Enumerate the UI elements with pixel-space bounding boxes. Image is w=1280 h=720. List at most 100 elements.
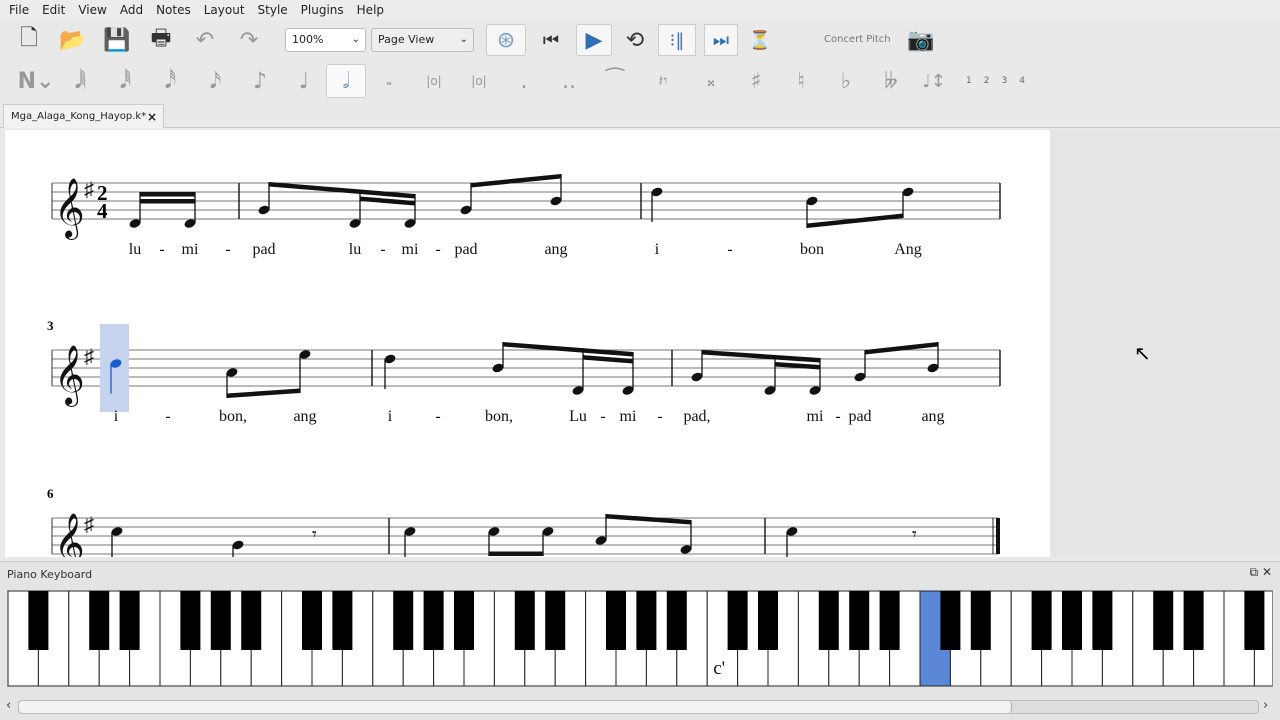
piano-keyboard[interactable]: c'	[7, 590, 1273, 687]
lyric-syllable: bon	[800, 241, 824, 258]
breve-icon[interactable]: |o|	[412, 65, 456, 97]
beam	[606, 514, 691, 525]
menu-file[interactable]: File	[9, 0, 29, 20]
view-mode-select[interactable]: Page View ⌄	[371, 28, 474, 52]
lyric-syllable: ang	[544, 241, 567, 258]
lyric-syllable: Ang	[894, 241, 922, 258]
black-key	[302, 591, 322, 650]
close-icon[interactable]: ×	[147, 105, 157, 129]
black-key	[727, 591, 748, 650]
voice-buttons: 1 2 3 4	[966, 76, 1025, 86]
scroll-right-icon[interactable]: ›	[1263, 698, 1268, 713]
note-input-mode-icon[interactable]: N⌄	[14, 65, 58, 97]
measure-number: 6	[47, 486, 54, 501]
lyric-syllable: Lu	[569, 408, 587, 425]
key-signature-sharp: ♯	[84, 179, 94, 201]
quarter-note-icon[interactable]: ♩	[282, 65, 326, 97]
whole-note-icon[interactable]: 𝅝	[366, 65, 412, 97]
undo-icon[interactable]: ↶	[188, 24, 222, 56]
score-canvas[interactable]: 𝄞 ♯ 24lu - mi - pad lu - mi - pad ang i - bon Ang𝄞 ♯3i - bo…	[5, 130, 1050, 575]
flip-direction-icon[interactable]: ♩↕	[914, 65, 954, 97]
eighth-note-icon[interactable]: ♪	[238, 65, 282, 97]
new-score-icon[interactable]: 🗋	[12, 24, 46, 56]
camera-icon[interactable]: 📷	[905, 24, 937, 56]
lyric-syllable: ang	[293, 408, 316, 425]
metronome-icon[interactable]: ⏳	[746, 24, 774, 56]
menu-layout[interactable]: Layout	[204, 0, 245, 20]
augmentation-dot-icon[interactable]: .	[502, 65, 546, 97]
black-key	[1031, 591, 1052, 650]
black-key	[332, 591, 353, 650]
flat-icon[interactable]: ♭	[824, 65, 868, 97]
scrollbar-thumb[interactable]	[19, 701, 1012, 713]
key-signature-sharp: ♯	[84, 346, 94, 368]
staff-system: 𝄞 ♯ 24lu - mi - pad lu - mi - pad ang i - bon Ang	[51, 174, 1001, 258]
save-icon[interactable]: 💾	[100, 24, 134, 56]
lyric-hyphen: -	[435, 408, 440, 425]
menu-bar: File Edit View Add Notes Layout Style Plugins He…	[0, 0, 1280, 20]
concert-pitch-button[interactable]: Concert Pitch	[824, 34, 891, 45]
voice-1-button[interactable]: 1	[966, 76, 972, 86]
rewind-icon[interactable]: ⏮	[534, 24, 568, 56]
beam	[807, 213, 903, 228]
double-dot-icon[interactable]: ..	[546, 65, 592, 97]
close-icon[interactable]: ✕	[1262, 565, 1272, 579]
chevron-down-icon: ⌄	[459, 34, 468, 45]
open-folder-icon[interactable]: 📂	[56, 24, 90, 56]
loop-icon[interactable]: ⟲	[620, 24, 650, 56]
64th-note-icon[interactable]: 𝅘𝅥𝅱	[103, 65, 148, 97]
score-tab[interactable]: Mga_Alaga_Kong_Hayop.k* ×	[3, 104, 164, 128]
final-barline-thick	[996, 518, 1000, 554]
pan-icon[interactable]: ⏭	[704, 24, 738, 56]
horizontal-scrollbar[interactable]	[18, 700, 1259, 714]
play-icon[interactable]: ▶	[576, 24, 612, 56]
black-key	[180, 591, 201, 650]
float-icon[interactable]: ⧉	[1250, 565, 1259, 579]
lyric-syllable: bon,	[219, 408, 247, 425]
scroll-left-icon[interactable]: ‹	[6, 698, 11, 713]
16th-note-icon[interactable]: 𝅘𝅥𝅯	[193, 65, 238, 97]
menu-notes[interactable]: Notes	[156, 0, 191, 20]
double-flat-icon[interactable]: 𝄫	[868, 65, 914, 97]
voice-3-button[interactable]: 3	[1001, 76, 1007, 86]
lyric-syllable: pad	[454, 241, 477, 258]
sharp-icon[interactable]: ♯	[734, 65, 778, 97]
measure-number: 3	[47, 318, 54, 333]
lyric-syllable: i	[114, 408, 119, 425]
tie-icon[interactable]: ⁀	[592, 65, 638, 97]
voice-4-button[interactable]: 4	[1019, 76, 1025, 86]
black-key	[89, 591, 110, 650]
midi-input-icon[interactable]: ⊛	[486, 24, 526, 56]
menu-add[interactable]: Add	[120, 0, 143, 20]
menu-style[interactable]: Style	[258, 0, 288, 20]
menu-plugins[interactable]: Plugins	[301, 0, 344, 20]
zoom-select[interactable]: 100% ⌄	[285, 28, 366, 52]
lyric-syllable: pad,	[683, 408, 710, 425]
beam	[471, 174, 561, 188]
rest-icon[interactable]: 𝄽𝄾	[638, 65, 688, 97]
menu-help[interactable]: Help	[357, 0, 384, 20]
voice-2-button[interactable]: 2	[984, 76, 990, 86]
double-sharp-icon[interactable]: 𝄪	[688, 65, 734, 97]
black-key	[940, 591, 961, 650]
key-signature-sharp: ♯	[84, 514, 94, 536]
repeat-icon[interactable]: ⁝‖	[658, 24, 696, 56]
32nd-note-icon[interactable]: 𝅘𝅥𝅰	[148, 65, 193, 97]
128th-note-icon[interactable]: 𝅘𝅥𝅲	[58, 65, 103, 97]
black-key	[28, 591, 49, 650]
black-key	[210, 591, 231, 650]
menu-edit[interactable]: Edit	[42, 0, 65, 20]
longa-icon[interactable]: |o|	[456, 65, 502, 97]
score-page[interactable]: 𝄞 ♯ 2 4 lu - mi - pad lu - mi - pad ang i - bon Ang 𝄞 ♯ 3 i - bo…	[5, 130, 1050, 575]
print-icon[interactable]: 🖶	[144, 24, 178, 56]
lyric-syllable: ang	[921, 408, 944, 425]
menu-view[interactable]: View	[78, 0, 106, 20]
black-key	[970, 591, 991, 650]
redo-icon[interactable]: ↷	[232, 24, 266, 56]
black-key	[241, 591, 262, 650]
black-key	[1092, 591, 1113, 650]
panel-title: Piano Keyboard	[7, 568, 93, 581]
half-note-icon[interactable]: 𝅗𝅥	[326, 64, 366, 98]
treble-clef: 𝄞	[54, 513, 85, 557]
natural-icon[interactable]: ♮	[778, 65, 824, 97]
